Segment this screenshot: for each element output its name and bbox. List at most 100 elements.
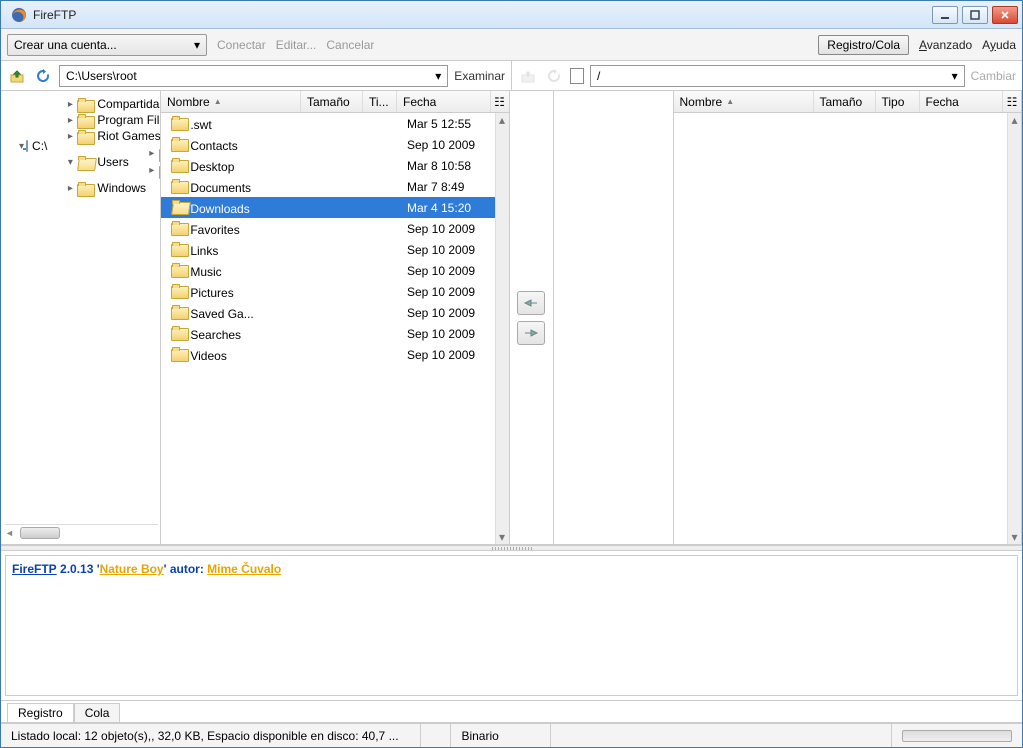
download-button[interactable] (517, 291, 545, 315)
local-grid-header: Nombre▲ Tamaño Ti... Fecha ☷ (161, 91, 509, 113)
folder-icon (77, 98, 93, 111)
tree-node[interactable]: ▸Riot Games (65, 128, 161, 144)
remote-nav: / ▾ Cambiar (512, 61, 1022, 90)
tree-node[interactable]: ▸root (147, 161, 161, 179)
twisty-closed-icon[interactable]: ▸ (65, 99, 75, 110)
twisty-open-icon[interactable]: ▾ (65, 157, 75, 168)
remote-rows[interactable] (674, 113, 1008, 544)
file-row[interactable]: .swtMar 5 12:55 (161, 113, 495, 134)
file-row[interactable]: SearchesSep 10 2009 (161, 323, 495, 344)
close-button[interactable] (992, 6, 1018, 24)
log-queue-button[interactable]: Registro/Cola (818, 35, 909, 55)
file-row[interactable]: DesktopMar 8 10:58 (161, 155, 495, 176)
col-name[interactable]: Nombre▲ (161, 91, 301, 112)
file-row[interactable]: MusicSep 10 2009 (161, 260, 495, 281)
content-area: ▾ C:\ ▸Compartida▸Program Files▸Riot Games… (1, 91, 1022, 545)
tab-log[interactable]: Registro (7, 703, 74, 722)
folder-icon (77, 130, 93, 143)
col-size[interactable]: Tamaño (301, 91, 363, 112)
remote-path-dropdown[interactable]: / ▾ (590, 65, 965, 87)
column-picker-button[interactable]: ☷ (1003, 91, 1021, 112)
file-name: Links (190, 244, 218, 258)
file-name: Music (190, 265, 221, 279)
tree-node[interactable]: ▾ C:\ ▸Compartida▸Program Files▸Riot Games… (19, 95, 158, 197)
file-name: Downloads (190, 202, 249, 216)
log-product: FireFTP (12, 562, 57, 576)
account-dropdown[interactable]: Crear una cuenta... ▾ (7, 34, 207, 56)
chevron-down-icon: ▾ (194, 38, 200, 52)
tree-node[interactable]: ▸Public (147, 145, 161, 161)
col-date[interactable]: Fecha (920, 91, 1004, 112)
upload-button[interactable] (517, 321, 545, 345)
col-type[interactable]: Ti... (363, 91, 397, 112)
file-row[interactable]: ContactsSep 10 2009 (161, 134, 495, 155)
help-menu[interactable]: Ayuda (982, 38, 1016, 52)
local-vertical-scrollbar[interactable]: ▴▾ (495, 113, 509, 544)
file-row[interactable]: Downloads Mar 4 15:20 (161, 197, 495, 218)
local-rows[interactable]: .swtMar 5 12:55 ContactsSep 10 2009 Desk… (161, 113, 495, 544)
edit-menu[interactable]: Editar... (276, 38, 317, 52)
twisty-closed-icon[interactable]: ▸ (147, 165, 157, 176)
twisty-closed-icon[interactable]: ▸ (65, 183, 75, 194)
col-type[interactable]: Tipo (876, 91, 920, 112)
file-row[interactable]: Saved Ga...Sep 10 2009 (161, 302, 495, 323)
tree-node[interactable]: ▸Compartida (65, 96, 161, 112)
twisty-closed-icon[interactable]: ▸ (65, 115, 75, 126)
remote-path-value: / (597, 69, 600, 83)
file-row[interactable]: PicturesSep 10 2009 (161, 281, 495, 302)
col-date[interactable]: Fecha (397, 91, 491, 112)
up-folder-button[interactable] (7, 66, 27, 86)
file-name: Desktop (190, 160, 234, 174)
log-author: Mime Čuvalo (207, 562, 281, 576)
file-name: Contacts (190, 139, 237, 153)
cancel-menu[interactable]: Cancelar (326, 38, 374, 52)
advanced-menu[interactable]: Avanzado (919, 38, 972, 52)
remote-tree[interactable] (554, 91, 674, 544)
column-picker-button[interactable]: ☷ (491, 91, 509, 112)
file-row[interactable]: LinksSep 10 2009 (161, 239, 495, 260)
drive-icon (26, 140, 28, 152)
folder-icon (171, 200, 187, 213)
log-author-label: autor: (170, 562, 204, 576)
folder-icon (171, 284, 187, 297)
col-name[interactable]: Nombre▲ (674, 91, 814, 112)
refresh-button[interactable] (33, 66, 53, 86)
twisty-closed-icon[interactable]: ▸ (65, 131, 75, 142)
local-path-dropdown[interactable]: C:\Users\root ▾ (59, 65, 448, 87)
file-row[interactable]: FavoritesSep 10 2009 (161, 218, 495, 239)
status-text: Listado local: 12 objeto(s),, 32,0 KB, E… (1, 724, 421, 747)
tree-node[interactable]: ▸Windows (65, 180, 161, 196)
local-nav: C:\Users\root ▾ Examinar (1, 61, 512, 90)
minimize-button[interactable] (932, 6, 958, 24)
file-name: .swt (190, 118, 211, 132)
remote-up-folder-button (518, 66, 538, 86)
tree-node[interactable]: ▾ Users ▸Public▸root (65, 144, 161, 180)
account-dropdown-label: Crear una cuenta... (14, 38, 117, 52)
file-date: Sep 10 2009 (401, 222, 495, 236)
file-row[interactable]: DocumentsMar 7 8:49 (161, 176, 495, 197)
browse-button[interactable]: Examinar (454, 69, 505, 83)
tree-horizontal-scrollbar[interactable]: ◄ (5, 524, 158, 540)
firefox-icon (11, 7, 27, 23)
change-button: Cambiar (971, 69, 1016, 83)
folder-icon (171, 347, 187, 360)
log-body[interactable]: FireFTP 2.0.13 'Nature Boy' autor: Mime … (5, 555, 1018, 696)
folder-icon (171, 242, 187, 255)
connect-menu[interactable]: Conectar (217, 38, 266, 52)
twisty-closed-icon[interactable]: ▸ (147, 148, 157, 159)
col-size[interactable]: Tamaño (814, 91, 876, 112)
progress-bar (902, 730, 1012, 742)
folder-icon (171, 221, 187, 234)
maximize-button[interactable] (962, 6, 988, 24)
main-toolbar: Crear una cuenta... ▾ Conectar Editar...… (1, 29, 1022, 61)
file-row[interactable]: VideosSep 10 2009 (161, 344, 495, 365)
tree-node[interactable]: ▸Program Files (65, 112, 161, 128)
tab-queue[interactable]: Cola (74, 703, 121, 722)
tree-node-label: Users (95, 155, 130, 169)
file-date: Mar 4 15:20 (401, 201, 495, 215)
remote-vertical-scrollbar[interactable]: ▴▾ (1007, 113, 1021, 544)
log-codename: Nature Boy (100, 562, 164, 576)
tree-node-label: C:\ (30, 139, 49, 153)
local-tree[interactable]: ▾ C:\ ▸Compartida▸Program Files▸Riot Games… (1, 91, 161, 544)
file-date: Sep 10 2009 (401, 348, 495, 362)
